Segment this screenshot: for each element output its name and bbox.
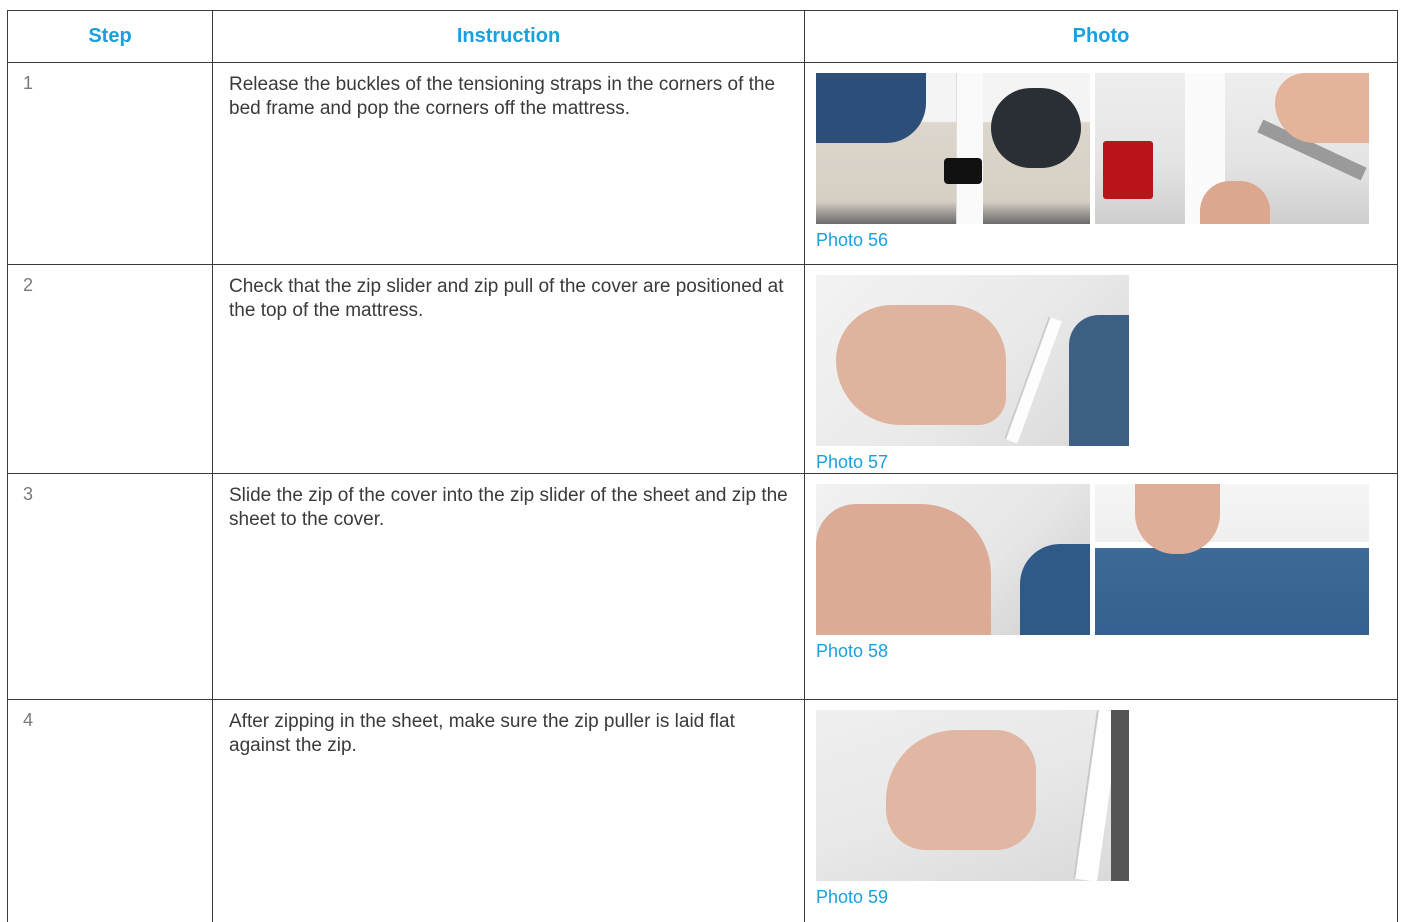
- photo-zip-sheet: [1095, 484, 1369, 635]
- table-row: 2 Check that the zip slider and zip pull…: [7, 265, 1398, 474]
- instruction-text: Release the buckles of the tensioning st…: [229, 74, 776, 119]
- header-step: Step: [7, 11, 212, 62]
- header-photo: Photo: [804, 11, 1398, 62]
- step-number: 3: [23, 484, 34, 504]
- photo-zip-puller-flat: [816, 710, 1129, 881]
- step-number: 2: [23, 275, 34, 295]
- step-number: 4: [23, 710, 34, 730]
- instruction-text: Slide the zip of the cover into the zip …: [229, 485, 788, 530]
- photo-caption: Photo 59: [816, 887, 889, 907]
- photo-zip-insert: [816, 484, 1090, 635]
- photo-buckle-release-right: [1095, 73, 1369, 224]
- instruction-table: Step Instruction Photo 1 Release the buc…: [7, 10, 1398, 922]
- header-instruction: Instruction: [212, 11, 804, 62]
- photo-caption: Photo 56: [816, 230, 889, 250]
- table-row: 3 Slide the zip of the cover into the zi…: [7, 474, 1398, 700]
- table-header-row: Step Instruction Photo: [7, 10, 1398, 63]
- photo-zip-slider: [816, 275, 1129, 446]
- table-row: 4 After zipping in the sheet, make sure …: [7, 700, 1398, 922]
- step-number: 1: [23, 73, 34, 93]
- photo-caption: Photo 58: [816, 641, 889, 661]
- photo-buckle-release-left: [816, 73, 1090, 224]
- instruction-text: Check that the zip slider and zip pull o…: [229, 276, 784, 321]
- photo-caption: Photo 57: [816, 452, 889, 472]
- table-row: 1 Release the buckles of the tensioning …: [7, 63, 1398, 265]
- instruction-text: After zipping in the sheet, make sure th…: [229, 711, 735, 756]
